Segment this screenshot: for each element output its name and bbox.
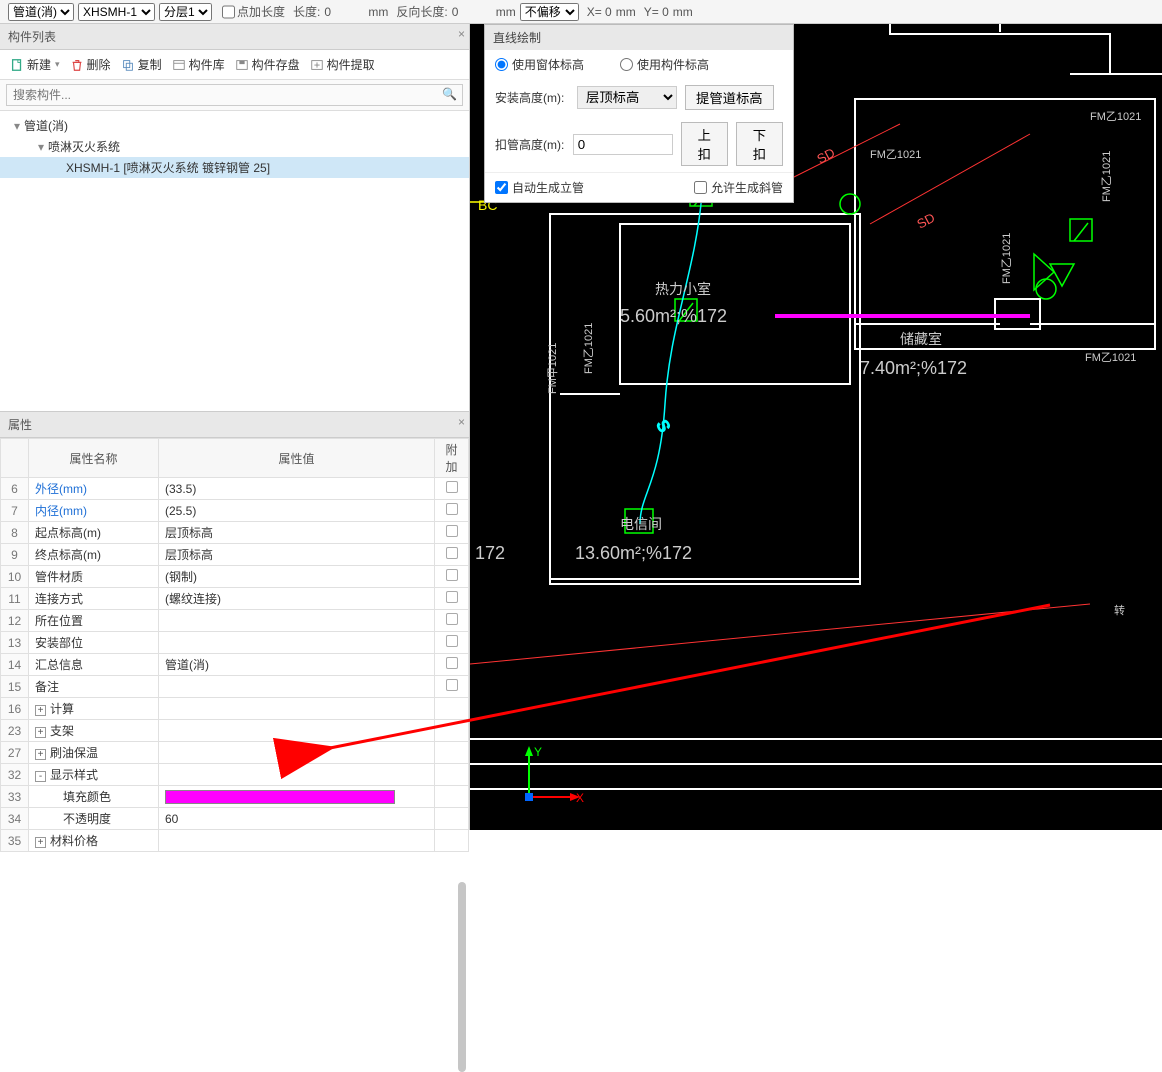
table-row[interactable]: 7内径(mm)(25.5)	[1, 500, 469, 522]
y-label: Y= 0	[644, 5, 669, 19]
add-length-checkbox[interactable]	[222, 3, 235, 21]
layer-select[interactable]: 分层1	[159, 3, 212, 21]
table-row[interactable]: 35+材料价格	[1, 830, 469, 852]
svg-text:7.40m²;%172: 7.40m²;%172	[860, 358, 967, 378]
svg-text:FM乙1021: FM乙1021	[1100, 151, 1113, 202]
extract-icon	[310, 58, 324, 72]
drawing-canvas[interactable]: S 热力小室 5.60m²;%172 储藏室 7.40m²;%172 电信间 1…	[470, 24, 1162, 830]
properties-table[interactable]: 属性名称 属性值 附加 6外径(mm)(33.5)7内径(mm)(25.5)8起…	[0, 438, 469, 852]
table-row[interactable]: 16+计算	[1, 698, 469, 720]
save-button[interactable]: 构件存盘	[231, 54, 304, 75]
table-row[interactable]: 15备注	[1, 676, 469, 698]
table-row[interactable]: 9终点标高(m)层顶标高	[1, 544, 469, 566]
svg-text:转: 转	[1114, 603, 1125, 617]
svg-text:FM乙1021: FM乙1021	[1085, 351, 1136, 364]
component-toolbar: 新建▾ 删除 复制 构件库 构件存盘 构件提取	[0, 50, 469, 80]
trash-icon	[70, 58, 84, 72]
deduct-down-button[interactable]: 下扣	[736, 122, 783, 166]
new-button[interactable]: 新建▾	[6, 54, 64, 75]
axis-gizmo: Y X	[514, 742, 594, 812]
top-options-bar: 管道(消) XHSMH-1 分层1 点加长度 长度: 0 mm 反向长度: 0 …	[0, 0, 1162, 24]
table-row[interactable]: 14汇总信息管道(消)	[1, 654, 469, 676]
line-draw-dialog[interactable]: 直线绘制 使用窗体标高 使用构件标高 安装高度(m): 层顶标高 提管道标高 扣…	[484, 24, 794, 203]
close-icon[interactable]: ×	[458, 415, 465, 429]
table-row[interactable]: 13安装部位	[1, 632, 469, 654]
table-row[interactable]: 23+支架	[1, 720, 469, 742]
y-unit: mm	[673, 5, 693, 19]
revlen-unit: mm	[496, 5, 516, 19]
tree-node-root[interactable]: ▾管道(消)	[0, 115, 469, 136]
svg-text:FM乙1021: FM乙1021	[1000, 233, 1013, 284]
table-row[interactable]: 6外径(mm)(33.5)	[1, 478, 469, 500]
table-row[interactable]: 32-显示样式	[1, 764, 469, 786]
component-list-title: 构件列表 ×	[0, 24, 469, 50]
properties-panel: 属性 × 属性名称 属性值 附加 6外径(mm)(33.5)7内径(mm)(25…	[0, 411, 469, 852]
component-select[interactable]: XHSMH-1	[78, 3, 155, 21]
new-icon	[10, 58, 24, 72]
add-length-label: 点加长度	[237, 3, 285, 20]
library-icon	[172, 58, 186, 72]
tree-node-component[interactable]: XHSMH-1 [喷淋灭火系统 镀锌钢管 25]	[0, 157, 469, 178]
svg-text:13.60m²;%172: 13.60m²;%172	[575, 543, 692, 563]
copy-icon	[121, 58, 135, 72]
chevron-down-icon: ▾	[55, 59, 60, 70]
search-bar: 🔍	[0, 80, 469, 111]
library-button[interactable]: 构件库	[168, 54, 229, 75]
svg-text:Y: Y	[534, 745, 542, 759]
radio-component-elevation[interactable]: 使用构件标高	[620, 56, 709, 73]
allow-slant-checkbox[interactable]: 允许生成斜管	[694, 179, 783, 196]
svg-text:5.60m²;%172: 5.60m²;%172	[620, 306, 727, 326]
copy-button[interactable]: 复制	[117, 54, 166, 75]
component-tree[interactable]: ▾管道(消) ▾喷淋灭火系统 XHSMH-1 [喷淋灭火系统 镀锌钢管 25]	[0, 111, 469, 411]
svg-text:X: X	[576, 791, 584, 805]
svg-text:SD: SD	[814, 145, 837, 167]
install-height-select[interactable]: 层顶标高	[577, 86, 677, 109]
x-label: X= 0	[587, 5, 612, 19]
svg-text:储藏室: 储藏室	[900, 331, 942, 347]
close-icon[interactable]: ×	[458, 27, 465, 41]
dialog-title: 直线绘制	[485, 25, 793, 50]
extract-button[interactable]: 构件提取	[306, 54, 379, 75]
search-icon[interactable]: 🔍	[442, 87, 457, 101]
length-label: 长度:	[293, 3, 320, 20]
svg-text:热力小室: 热力小室	[655, 281, 711, 297]
table-row[interactable]: 34不透明度60	[1, 808, 469, 830]
offset-select[interactable]: 不偏移	[520, 3, 579, 21]
table-row[interactable]: 11连接方式(螺纹连接)	[1, 588, 469, 610]
table-row[interactable]: 10管件材质(钢制)	[1, 566, 469, 588]
svg-text:电信间: 电信间	[620, 516, 662, 532]
length-value: 0	[324, 5, 364, 19]
svg-text:FM乙1021: FM乙1021	[870, 148, 921, 161]
install-height-label: 安装高度(m):	[495, 89, 569, 106]
svg-text:FM乙1021: FM乙1021	[1090, 110, 1141, 123]
col-name: 属性名称	[29, 439, 159, 478]
col-value: 属性值	[159, 439, 435, 478]
svg-text:FM甲1021: FM甲1021	[547, 343, 559, 394]
length-unit: mm	[368, 5, 388, 19]
left-panel: 构件列表 × 新建▾ 删除 复制 构件库 构件存盘	[0, 24, 470, 830]
table-row[interactable]: 8起点标高(m)层顶标高	[1, 522, 469, 544]
deduct-height-input[interactable]	[573, 134, 673, 155]
pipe-type-select[interactable]: 管道(消)	[8, 3, 74, 21]
deduct-up-button[interactable]: 上扣	[681, 122, 728, 166]
lift-elevation-button[interactable]: 提管道标高	[685, 85, 774, 110]
revlen-value: 0	[452, 5, 492, 19]
table-row[interactable]: 27+刷油保温	[1, 742, 469, 764]
delete-button[interactable]: 删除	[66, 54, 115, 75]
table-row[interactable]: 12所在位置	[1, 610, 469, 632]
deduct-height-label: 扣管高度(m):	[495, 136, 565, 153]
properties-title: 属性 ×	[0, 412, 469, 438]
save-icon	[235, 58, 249, 72]
svg-text:172: 172	[475, 543, 505, 563]
auto-riser-checkbox[interactable]: 自动生成立管	[495, 179, 584, 196]
col-extra: 附加	[435, 439, 469, 478]
table-row[interactable]: 33填充颜色	[1, 786, 469, 808]
svg-text:FM乙1021: FM乙1021	[582, 323, 595, 374]
tree-node-system[interactable]: ▾喷淋灭火系统	[0, 136, 469, 157]
search-input[interactable]	[6, 84, 463, 106]
x-unit: mm	[616, 5, 636, 19]
radio-window-elevation[interactable]: 使用窗体标高	[495, 56, 584, 73]
svg-text:SD: SD	[914, 210, 937, 232]
revlen-label: 反向长度:	[396, 3, 447, 20]
